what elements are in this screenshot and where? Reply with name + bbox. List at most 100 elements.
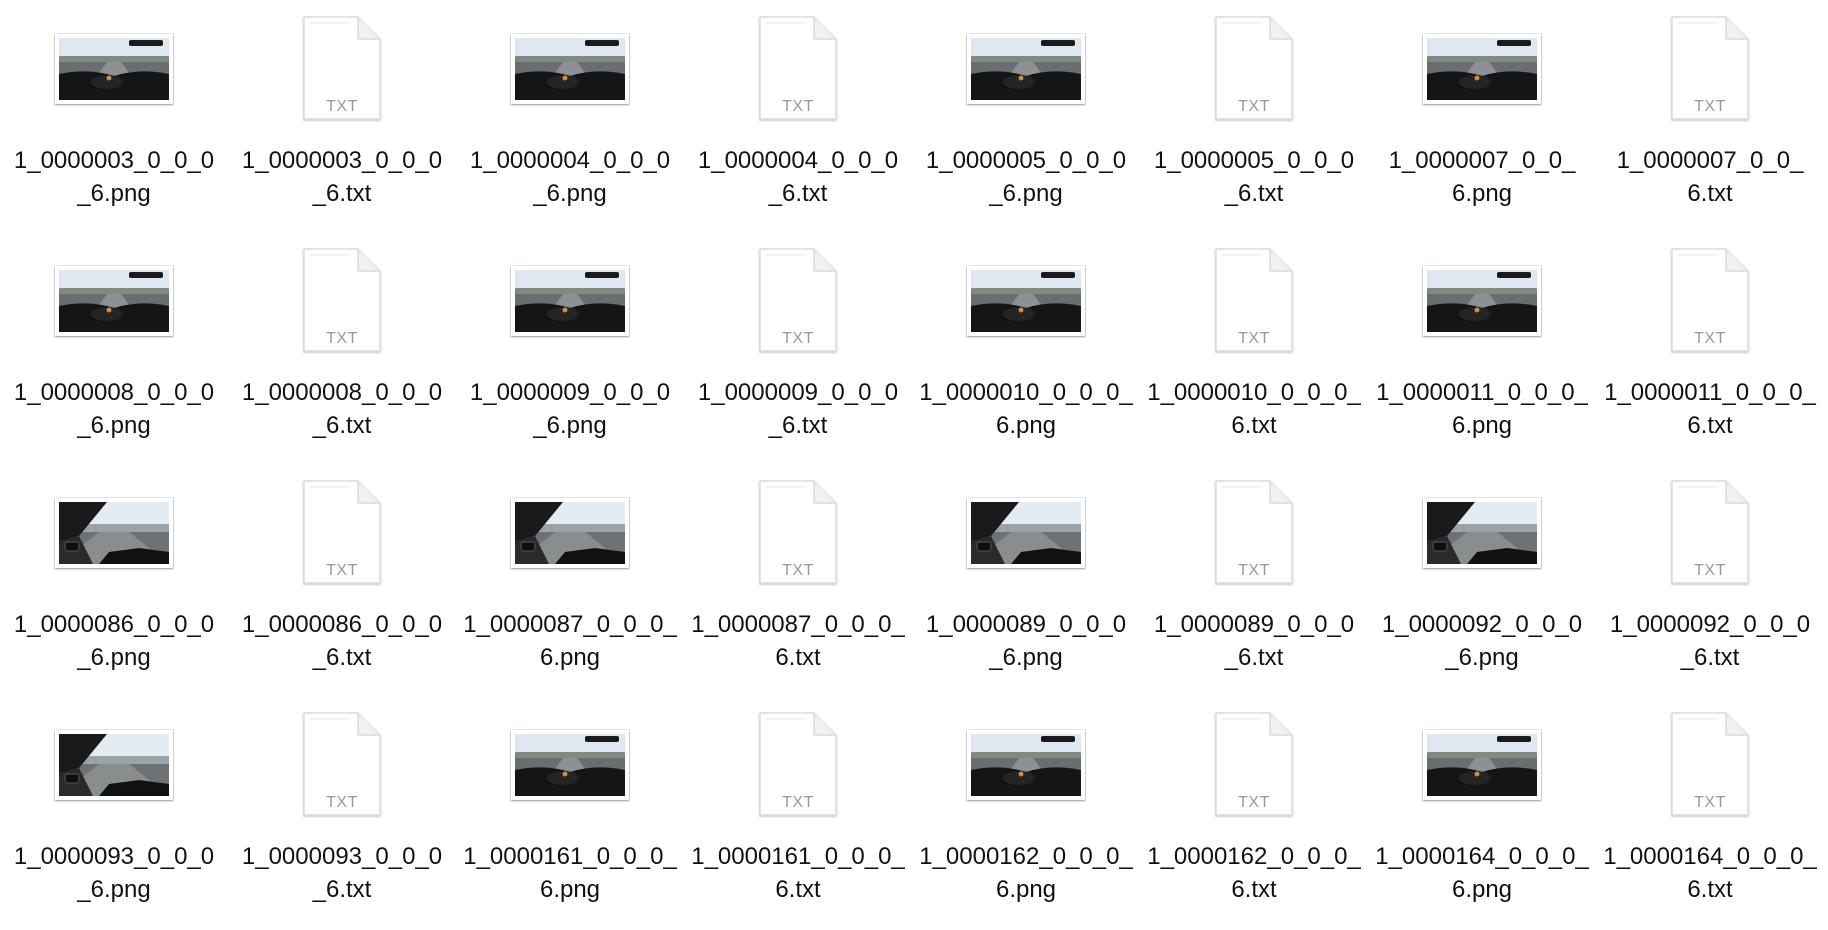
file-icon[interactable]: TXT — [684, 702, 912, 828]
file-name[interactable]: 1_0000087_0_0_0_ 6.txt — [690, 608, 906, 674]
file-icon[interactable]: TXT — [228, 6, 456, 132]
file-icon[interactable] — [912, 470, 1140, 596]
file-item-txt[interactable]: TXT 1_0000162_0_0_0_ 6.txt — [1140, 696, 1368, 928]
file-item-txt[interactable]: TXT 1_0000164_0_0_0_ 6.txt — [1596, 696, 1824, 928]
file-item-txt[interactable]: TXT 1_0000010_0_0_0_ 6.txt — [1140, 232, 1368, 464]
file-item-png[interactable]: 1_0000086_0_0_0 _6.png — [0, 464, 228, 696]
txt-file-icon[interactable]: TXT — [756, 479, 840, 587]
file-icon[interactable] — [0, 6, 228, 132]
file-icon[interactable] — [456, 6, 684, 132]
txt-file-icon[interactable]: TXT — [300, 479, 384, 587]
file-item-txt[interactable]: TXT 1_0000092_0_0_0 _6.txt — [1596, 464, 1824, 696]
file-name[interactable]: 1_0000004_0_0_0 _6.txt — [690, 144, 906, 210]
txt-file-icon[interactable]: TXT — [300, 247, 384, 355]
file-item-txt[interactable]: TXT 1_0000008_0_0_0 _6.txt — [228, 232, 456, 464]
file-icon[interactable]: TXT — [1596, 238, 1824, 364]
file-name[interactable]: 1_0000011_0_0_0_ 6.png — [1374, 376, 1590, 442]
png-image-icon[interactable] — [55, 34, 173, 104]
file-item-txt[interactable]: TXT 1_0000007_0_0_ 6.txt — [1596, 0, 1824, 232]
file-icon[interactable]: TXT — [1140, 6, 1368, 132]
png-image-icon[interactable] — [511, 730, 629, 800]
txt-file-icon[interactable]: TXT — [1212, 711, 1296, 819]
png-image-icon[interactable] — [511, 266, 629, 336]
file-name[interactable]: 1_0000008_0_0_0 _6.txt — [234, 376, 450, 442]
file-name[interactable]: 1_0000093_0_0_0 _6.png — [6, 840, 222, 906]
file-name[interactable]: 1_0000005_0_0_0 _6.png — [918, 144, 1134, 210]
file-name[interactable]: 1_0000008_0_0_0 _6.png — [6, 376, 222, 442]
file-item-png[interactable]: 1_0000093_0_0_0 _6.png — [0, 696, 228, 928]
file-item-png[interactable]: 1_0000164_0_0_0_ 6.png — [1368, 696, 1596, 928]
png-image-icon[interactable] — [967, 266, 1085, 336]
file-item-txt[interactable]: TXT 1_0000087_0_0_0_ 6.txt — [684, 464, 912, 696]
file-name[interactable]: 1_0000092_0_0_0 _6.png — [1374, 608, 1590, 674]
txt-file-icon[interactable]: TXT — [1212, 15, 1296, 123]
file-icon[interactable] — [0, 470, 228, 596]
png-image-icon[interactable] — [511, 498, 629, 568]
txt-file-icon[interactable]: TXT — [1212, 479, 1296, 587]
file-name[interactable]: 1_0000007_0_0_ 6.txt — [1602, 144, 1818, 210]
file-icon[interactable] — [456, 702, 684, 828]
txt-file-icon[interactable]: TXT — [1668, 711, 1752, 819]
file-name[interactable]: 1_0000161_0_0_0_ 6.png — [462, 840, 678, 906]
png-image-icon[interactable] — [55, 498, 173, 568]
file-name[interactable]: 1_0000011_0_0_0_ 6.txt — [1602, 376, 1818, 442]
file-name[interactable]: 1_0000003_0_0_0 _6.png — [6, 144, 222, 210]
file-icon[interactable]: TXT — [228, 702, 456, 828]
file-name[interactable]: 1_0000009_0_0_0 _6.txt — [690, 376, 906, 442]
file-item-png[interactable]: 1_0000009_0_0_0 _6.png — [456, 232, 684, 464]
file-item-txt[interactable]: TXT 1_0000011_0_0_0_ 6.txt — [1596, 232, 1824, 464]
file-item-png[interactable]: 1_0000010_0_0_0_ 6.png — [912, 232, 1140, 464]
file-name[interactable]: 1_0000162_0_0_0_ 6.txt — [1146, 840, 1362, 906]
file-item-txt[interactable]: TXT 1_0000161_0_0_0_ 6.txt — [684, 696, 912, 928]
file-name[interactable]: 1_0000089_0_0_0 _6.png — [918, 608, 1134, 674]
file-item-txt[interactable]: TXT 1_0000093_0_0_0 _6.txt — [228, 696, 456, 928]
txt-file-icon[interactable]: TXT — [1212, 247, 1296, 355]
file-name[interactable]: 1_0000086_0_0_0 _6.txt — [234, 608, 450, 674]
file-item-png[interactable]: 1_0000161_0_0_0_ 6.png — [456, 696, 684, 928]
file-icon[interactable] — [912, 6, 1140, 132]
file-icon[interactable] — [1368, 470, 1596, 596]
file-icon[interactable] — [912, 702, 1140, 828]
file-item-txt[interactable]: TXT 1_0000003_0_0_0 _6.txt — [228, 0, 456, 232]
file-name[interactable]: 1_0000162_0_0_0_ 6.png — [918, 840, 1134, 906]
png-image-icon[interactable] — [1423, 266, 1541, 336]
txt-file-icon[interactable]: TXT — [300, 711, 384, 819]
file-icon[interactable]: TXT — [1140, 702, 1368, 828]
file-icon[interactable]: TXT — [1140, 470, 1368, 596]
file-icon[interactable]: TXT — [1596, 6, 1824, 132]
file-name[interactable]: 1_0000004_0_0_0 _6.png — [462, 144, 678, 210]
txt-file-icon[interactable]: TXT — [756, 711, 840, 819]
file-item-png[interactable]: 1_0000089_0_0_0 _6.png — [912, 464, 1140, 696]
file-name[interactable]: 1_0000164_0_0_0_ 6.txt — [1602, 840, 1818, 906]
txt-file-icon[interactable]: TXT — [1668, 247, 1752, 355]
file-name[interactable]: 1_0000161_0_0_0_ 6.txt — [690, 840, 906, 906]
file-icon[interactable] — [456, 238, 684, 364]
file-item-txt[interactable]: TXT 1_0000086_0_0_0 _6.txt — [228, 464, 456, 696]
txt-file-icon[interactable]: TXT — [300, 15, 384, 123]
file-item-txt[interactable]: TXT 1_0000004_0_0_0 _6.txt — [684, 0, 912, 232]
file-icon[interactable]: TXT — [684, 238, 912, 364]
file-item-png[interactable]: 1_0000092_0_0_0 _6.png — [1368, 464, 1596, 696]
png-image-icon[interactable] — [967, 730, 1085, 800]
png-image-icon[interactable] — [967, 34, 1085, 104]
file-icon[interactable] — [912, 238, 1140, 364]
file-icon[interactable]: TXT — [1596, 702, 1824, 828]
file-item-png[interactable]: 1_0000008_0_0_0 _6.png — [0, 232, 228, 464]
file-item-png[interactable]: 1_0000162_0_0_0_ 6.png — [912, 696, 1140, 928]
file-name[interactable]: 1_0000003_0_0_0 _6.txt — [234, 144, 450, 210]
png-image-icon[interactable] — [511, 34, 629, 104]
png-image-icon[interactable] — [1423, 730, 1541, 800]
png-image-icon[interactable] — [55, 266, 173, 336]
file-icon[interactable] — [1368, 6, 1596, 132]
file-name[interactable]: 1_0000005_0_0_0 _6.txt — [1146, 144, 1362, 210]
file-icon[interactable] — [1368, 238, 1596, 364]
file-icon[interactable]: TXT — [228, 470, 456, 596]
file-icon[interactable] — [0, 702, 228, 828]
file-icon[interactable]: TXT — [684, 470, 912, 596]
txt-file-icon[interactable]: TXT — [1668, 15, 1752, 123]
txt-file-icon[interactable]: TXT — [1668, 479, 1752, 587]
file-item-txt[interactable]: TXT 1_0000005_0_0_0 _6.txt — [1140, 0, 1368, 232]
file-name[interactable]: 1_0000092_0_0_0 _6.txt — [1602, 608, 1818, 674]
png-image-icon[interactable] — [1423, 34, 1541, 104]
png-image-icon[interactable] — [1423, 498, 1541, 568]
